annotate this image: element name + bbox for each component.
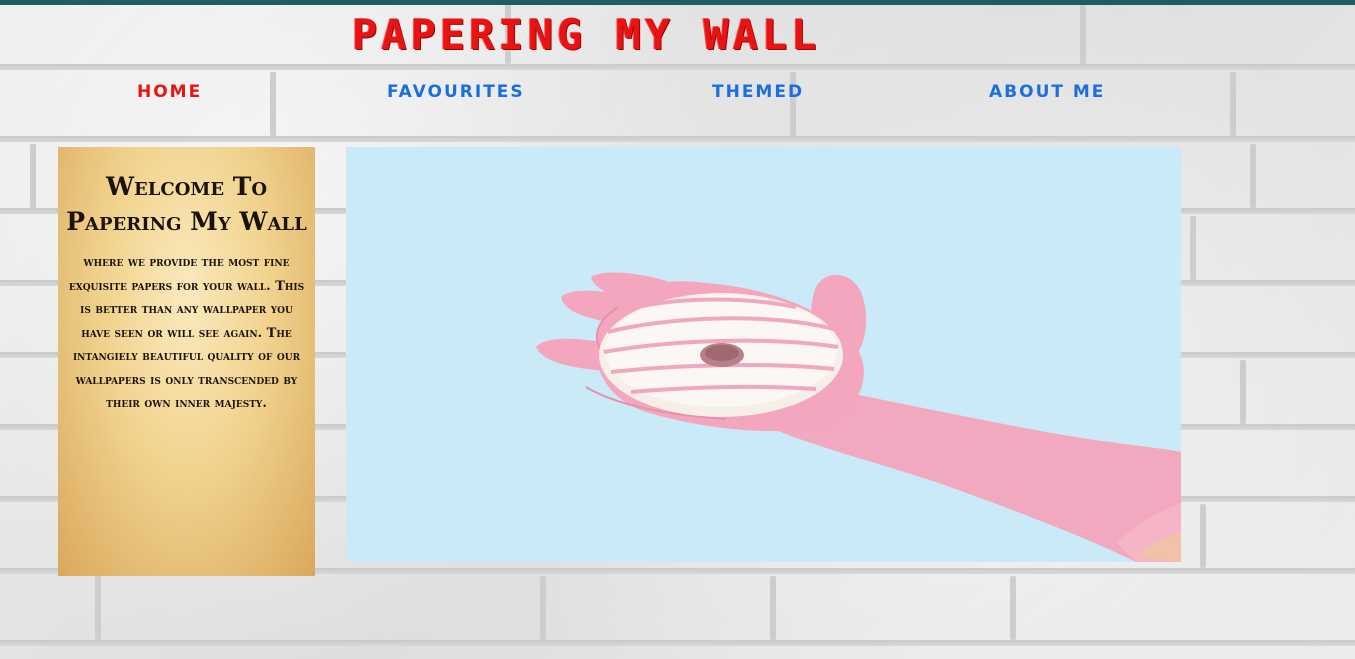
top-accent-bar (0, 0, 1355, 5)
welcome-heading: Welcome To Papering My Wall (66, 172, 307, 236)
nav-themed-link[interactable]: THEMED (712, 82, 804, 102)
site-title: PAPERING MY WALL (352, 10, 821, 59)
nav-favourites-link[interactable]: FAVOURITES (387, 82, 525, 102)
welcome-panel: Welcome To Papering My Wall where we pro… (58, 147, 315, 576)
hero-image (346, 147, 1181, 562)
gloved-hand-donut-illustration (536, 272, 1181, 562)
welcome-text: where we provide the most fine exquisite… (68, 255, 305, 411)
nav-about-me-link[interactable]: ABOUT ME (989, 82, 1105, 102)
nav-home-link[interactable]: HOME (137, 82, 202, 102)
